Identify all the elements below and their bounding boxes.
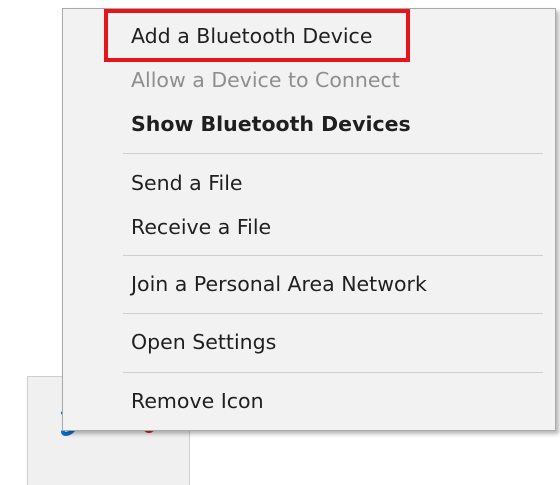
menu-item-show-bluetooth-devices[interactable]: Show Bluetooth Devices bbox=[131, 107, 411, 141]
menu-item-remove-icon[interactable]: Remove Icon bbox=[131, 384, 264, 418]
menu-item-allow-device-to-connect: Allow a Device to Connect bbox=[131, 68, 400, 92]
menu-item-join-personal-area-network[interactable]: Join a Personal Area Network bbox=[131, 267, 427, 301]
screen: Add a Bluetooth Device Allow a Device to… bbox=[0, 0, 560, 485]
menu-separator bbox=[123, 313, 543, 314]
bluetooth-context-menu: Add a Bluetooth Device Allow a Device to… bbox=[62, 8, 556, 431]
menu-item-open-settings[interactable]: Open Settings bbox=[131, 325, 276, 359]
menu-item-receive-a-file[interactable]: Receive a File bbox=[131, 210, 271, 244]
menu-item-add-bluetooth-device[interactable]: Add a Bluetooth Device bbox=[131, 19, 372, 53]
menu-item-send-a-file[interactable]: Send a File bbox=[131, 166, 243, 200]
menu-separator bbox=[123, 153, 543, 154]
menu-separator bbox=[123, 255, 543, 256]
menu-separator bbox=[123, 372, 543, 373]
